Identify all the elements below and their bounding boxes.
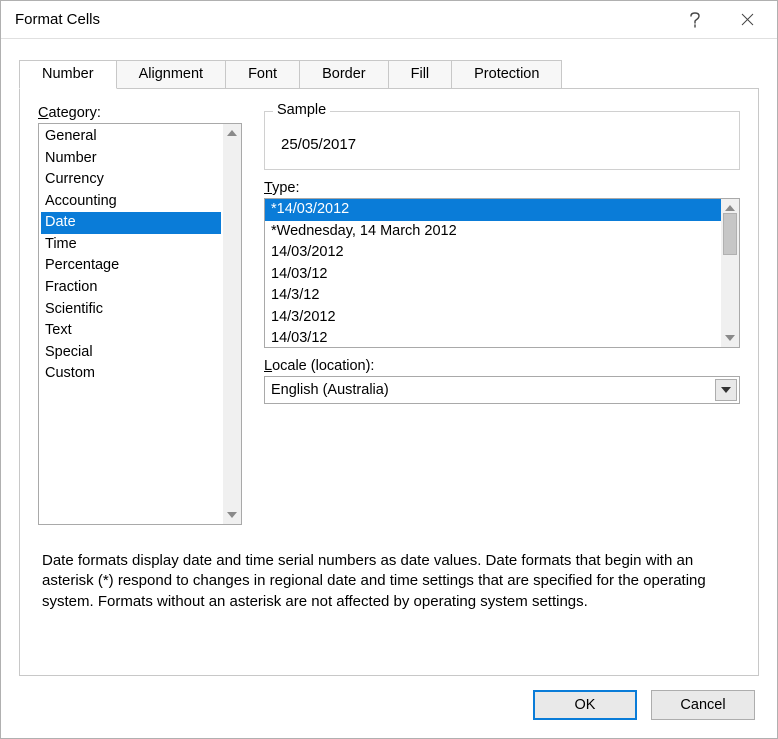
tab-alignment[interactable]: Alignment [117,60,226,89]
category-scrollbar[interactable] [223,124,241,524]
category-item[interactable]: Fraction [41,277,221,299]
type-item[interactable]: 14/03/2012 [265,242,721,264]
category-item[interactable]: Text [41,320,221,342]
tab-fill[interactable]: Fill [389,60,453,89]
tab-protection[interactable]: Protection [452,60,562,89]
type-item[interactable]: 14/03/12 [265,264,721,286]
locale-value: English (Australia) [271,382,715,398]
type-item[interactable]: 14/03/12 [265,328,721,347]
description-text: Date formats display date and time seria… [42,551,736,612]
type-items: *14/03/2012 *Wednesday, 14 March 2012 14… [265,199,721,347]
close-button[interactable] [721,2,773,38]
category-item[interactable]: Currency [41,169,221,191]
category-listbox[interactable]: General Number Currency Accounting Date … [38,123,242,525]
tab-font[interactable]: Font [226,60,300,89]
locale-combobox[interactable]: English (Australia) [264,376,740,404]
sample-value: 25/05/2017 [279,132,727,157]
category-item[interactable]: Special [41,342,221,364]
category-item-selected[interactable]: Date [41,212,221,234]
sample-groupbox: Sample 25/05/2017 [264,111,740,170]
category-item[interactable]: Percentage [41,255,221,277]
category-item[interactable]: Number [41,148,221,170]
titlebar: Format Cells [1,1,777,39]
scroll-up-icon[interactable] [227,126,237,140]
category-items: General Number Currency Accounting Date … [39,124,223,524]
content-row: Category: General Number Currency Accoun… [38,105,740,525]
type-item[interactable]: *Wednesday, 14 March 2012 [265,221,721,243]
dropdown-button[interactable] [715,379,737,401]
type-listbox[interactable]: *14/03/2012 *Wednesday, 14 March 2012 14… [264,198,740,348]
scroll-thumb[interactable] [723,213,737,255]
category-item[interactable]: Scientific [41,299,221,321]
right-column: Sample 25/05/2017 Type: *14/03/2012 *Wed… [264,105,740,525]
tab-strip: Number Alignment Font Border Fill Protec… [1,39,777,88]
format-cells-dialog: Format Cells Number Alignment Font Borde… [0,0,778,739]
category-item[interactable]: Custom [41,363,221,385]
category-column: Category: General Number Currency Accoun… [38,105,242,525]
type-scrollbar[interactable] [721,199,739,347]
type-item-selected[interactable]: *14/03/2012 [265,199,721,221]
tab-border[interactable]: Border [300,60,389,89]
category-item[interactable]: Time [41,234,221,256]
type-item[interactable]: 14/3/12 [265,285,721,307]
cancel-button[interactable]: Cancel [651,690,755,720]
scroll-down-icon[interactable] [227,508,237,522]
category-item[interactable]: General [41,126,221,148]
sample-label: Sample [273,102,330,118]
ok-button[interactable]: OK [533,690,637,720]
help-button[interactable] [669,2,721,38]
tab-panel: Category: General Number Currency Accoun… [19,88,759,676]
locale-label: Locale (location): [264,358,740,374]
category-item[interactable]: Accounting [41,191,221,213]
tab-number[interactable]: Number [19,60,117,89]
category-label: Category: [38,105,242,121]
scroll-down-icon[interactable] [725,331,735,345]
type-label: Type: [264,180,740,196]
type-item[interactable]: 14/3/2012 [265,307,721,329]
chevron-down-icon [721,387,731,393]
dialog-footer: OK Cancel [1,676,777,738]
window-title: Format Cells [15,11,669,28]
